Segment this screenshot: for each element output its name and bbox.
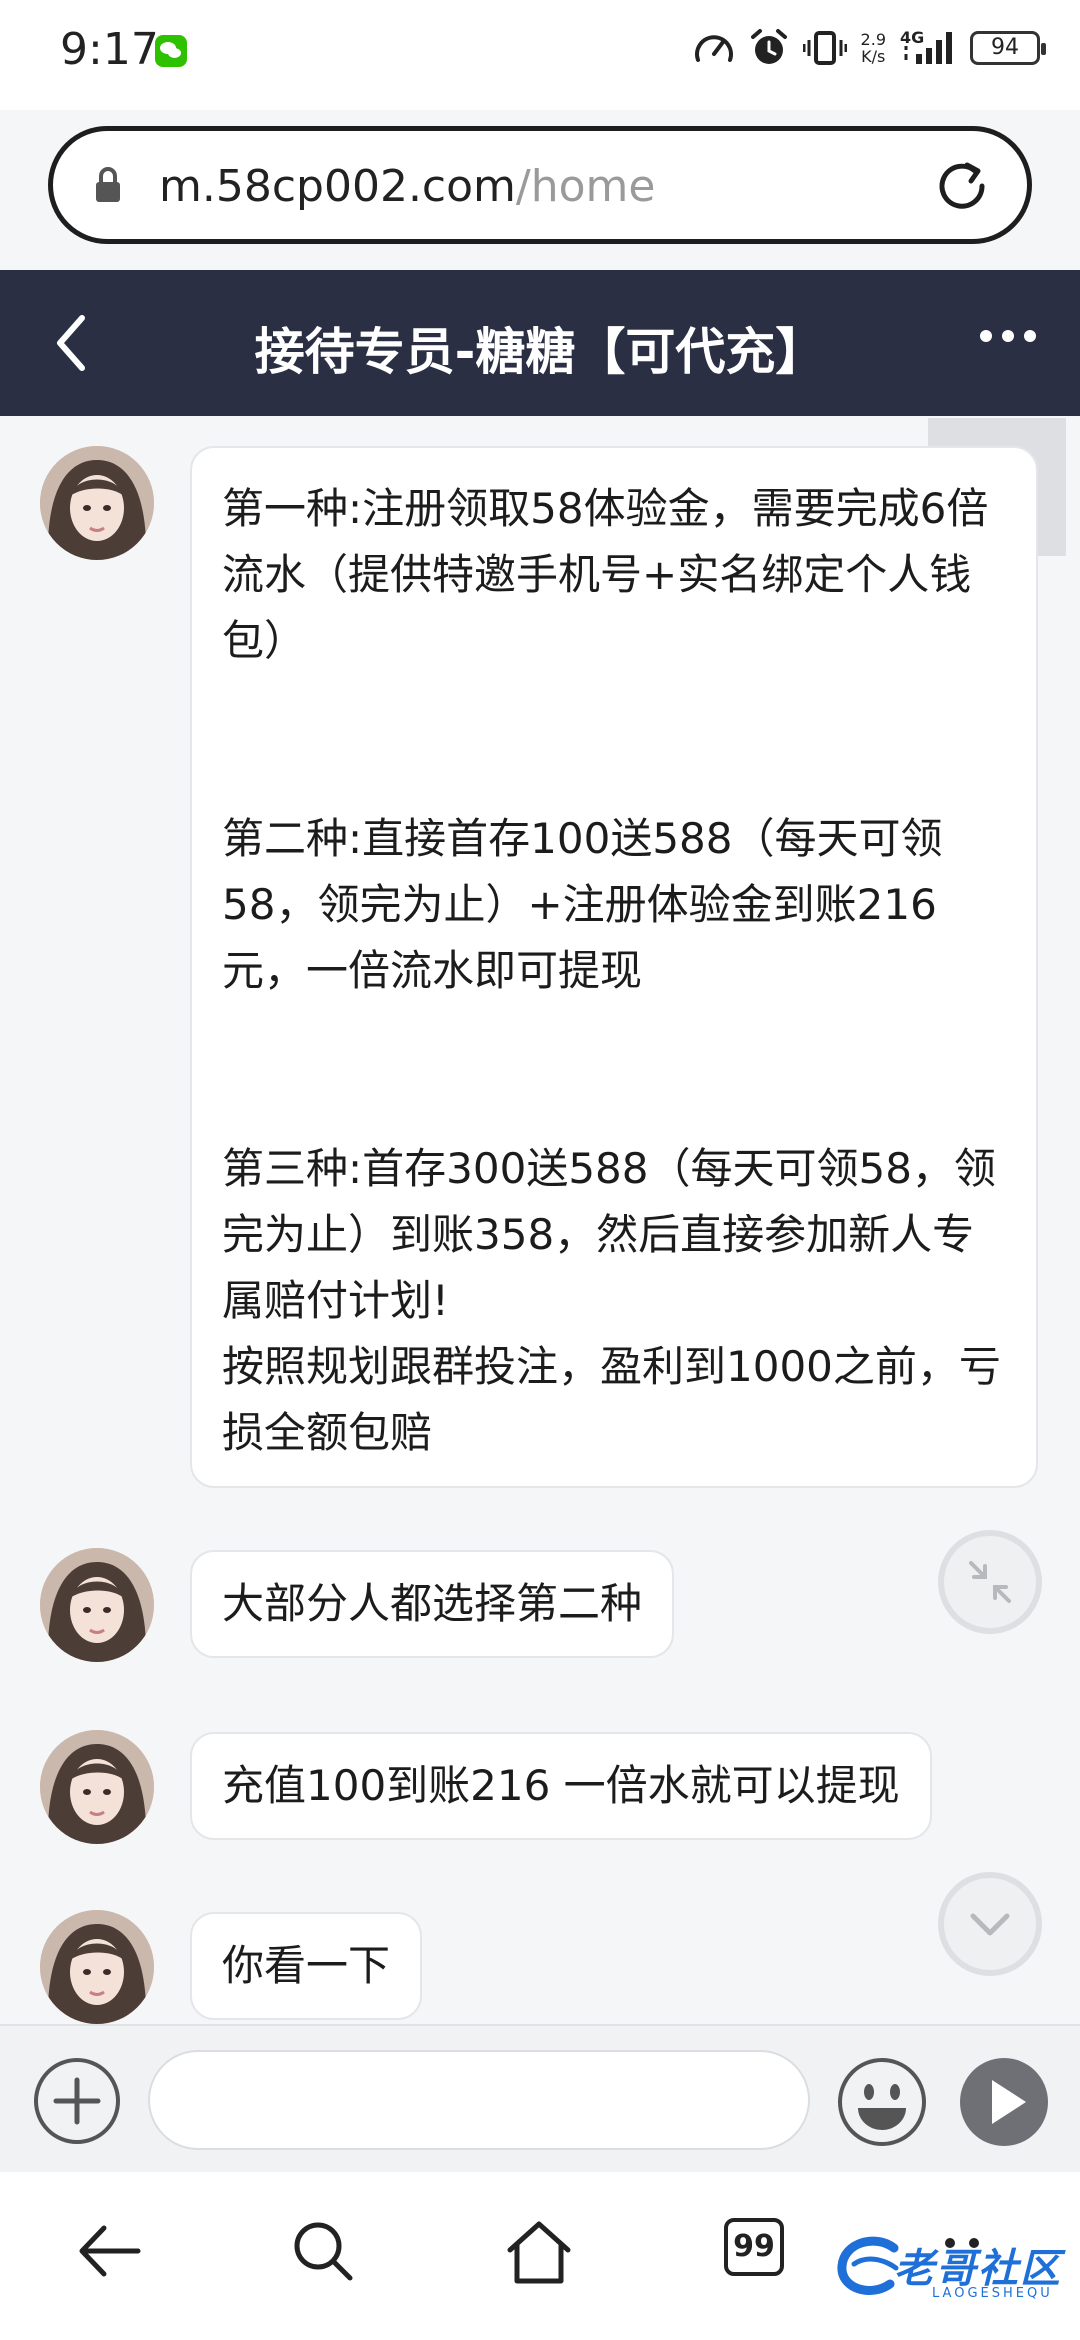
tabs-icon[interactable]: 99	[724, 2218, 784, 2276]
message-paragraph: 第三种:首存300送588（每天可领58，领完为止）到账358，然后直接参加新人…	[222, 1144, 996, 1325]
reload-icon[interactable]	[933, 157, 991, 215]
tab-count: 99	[724, 2218, 784, 2276]
speedometer-icon	[694, 35, 733, 62]
chat-title: 接待专员-糖糖【可代充】	[254, 323, 826, 381]
lock-icon	[96, 167, 120, 202]
plus-icon[interactable]	[32, 2056, 122, 2146]
address-bar[interactable]: m.58cp002.com/home	[48, 126, 1032, 244]
message-paragraph: 按照规划跟群投注，盈利到1000之前，亏损全额包赔	[222, 1342, 1001, 1457]
net-speed: 2.9 K/s	[860, 30, 886, 66]
chat-header: 接待专员-糖糖【可代充】	[0, 270, 1080, 416]
more-icon[interactable]	[980, 330, 1036, 342]
avatar[interactable]	[40, 1910, 154, 2024]
message-paragraph: 第一种:注册领取58体验金，需要完成6倍流水（提供特邀手机号+实名绑定个人钱包）	[222, 484, 989, 665]
message-paragraph: 第二种:直接首存100送588（每天可领58，领完为止）+注册体验金到账216元…	[222, 814, 943, 995]
status-icons: 2.9 K/s 4G 94	[693, 28, 1046, 68]
avatar[interactable]	[40, 1548, 154, 1662]
chat-input-bar	[0, 2024, 1080, 2172]
message-input[interactable]	[148, 2050, 810, 2150]
message-bubble-offers: 第一种:注册领取58体验金，需要完成6倍流水（提供特邀手机号+实名绑定个人钱包）…	[190, 446, 1038, 1488]
status-bar: 9:17 2.9 K/s 4G 94	[0, 0, 1080, 110]
vibrate-icon	[802, 31, 847, 65]
message-bubble: 你看一下	[190, 1912, 423, 2020]
battery-indicator: 94	[970, 31, 1046, 65]
avatar[interactable]	[40, 1730, 154, 1844]
signal-icon: 4G	[900, 28, 956, 68]
send-icon[interactable]	[958, 2056, 1050, 2148]
alarm-icon	[750, 29, 787, 64]
watermark-subtext: LAOGESHEQU	[932, 2286, 1053, 2301]
back-arrow-icon[interactable]	[74, 2218, 144, 2284]
bottom-navigation: 99 老哥社区 LAOGESHEQU	[0, 2172, 1080, 2340]
chevron-down-icon	[970, 1913, 1010, 1936]
url-path: /home	[515, 161, 656, 212]
search-icon[interactable]	[290, 2218, 356, 2284]
status-time: 9:17	[60, 24, 159, 75]
emoji-icon[interactable]	[836, 2056, 928, 2148]
avatar[interactable]	[40, 446, 154, 560]
home-icon[interactable]	[504, 2218, 574, 2286]
shrink-float-button[interactable]	[938, 1530, 1042, 1634]
scroll-down-button[interactable]	[938, 1872, 1042, 1976]
collapse-arrows-icon	[969, 1561, 1011, 1603]
url-domain: m.58cp002.com	[159, 161, 516, 212]
message-bubble: 大部分人都选择第二种	[190, 1550, 675, 1658]
watermark-logo: 老哥社区 LAOGESHEQU	[836, 2230, 1068, 2306]
wechat-icon	[155, 35, 187, 67]
message-bubble: 充值100到账216 一倍水就可以提现	[190, 1732, 932, 1840]
url-text[interactable]: m.58cp002.com/home	[159, 161, 655, 212]
